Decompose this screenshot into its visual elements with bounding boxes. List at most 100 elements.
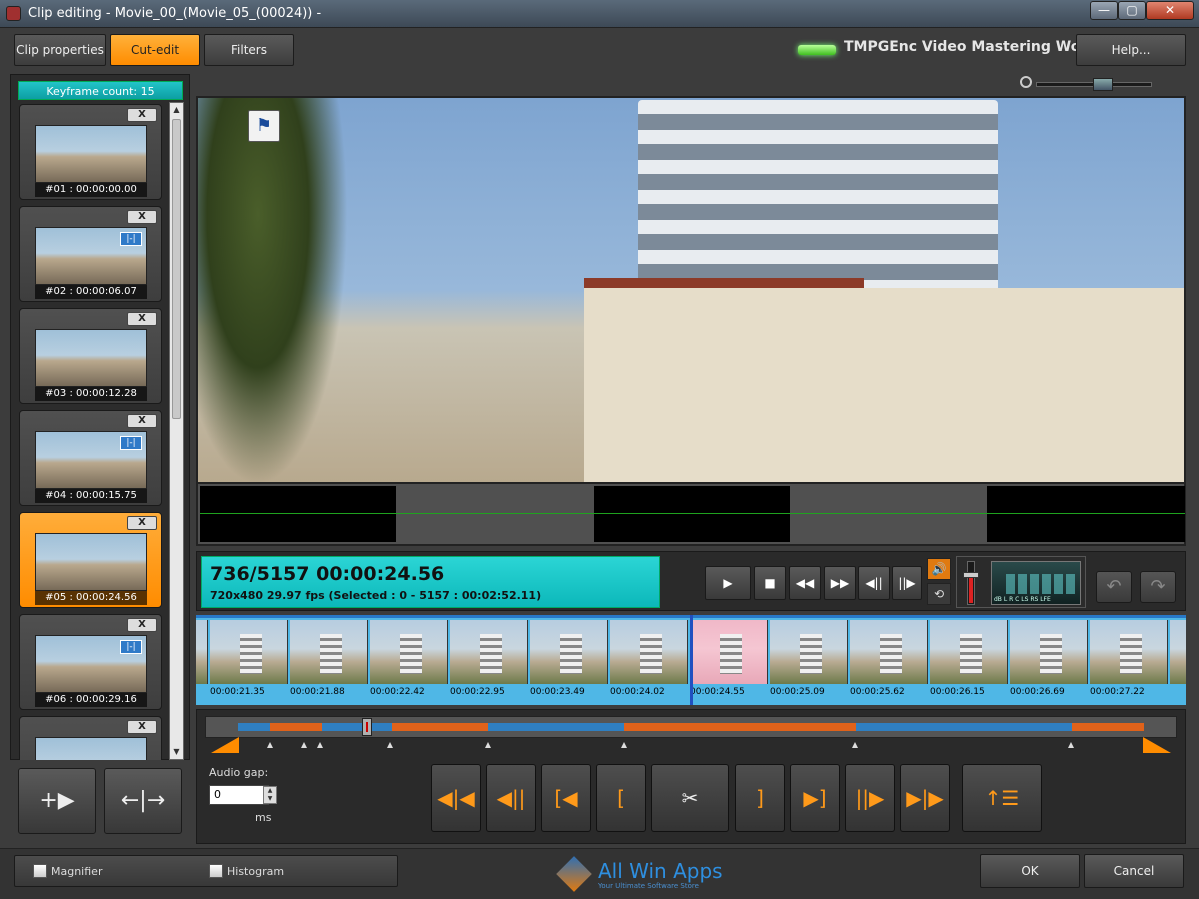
keyframe-thumbnail: |-|	[35, 431, 147, 489]
redo-button[interactable]: ↷	[1140, 571, 1176, 603]
window-title: Clip editing - Movie_00_(Movie_05_(00024…	[28, 6, 322, 21]
cut-scissors-button[interactable]: ✂	[651, 764, 729, 832]
keyframe-item[interactable]: X |-| #04 : 00:00:15.75	[19, 410, 162, 506]
loop-icon[interactable]: ⟲	[927, 583, 951, 605]
filmstrip-frame[interactable]	[1090, 620, 1168, 684]
timecode-display: 736/5157 00:00:24.56 720x480 29.97 fps (…	[201, 556, 660, 608]
undo-button[interactable]: ↶	[1096, 571, 1132, 603]
rewind-button[interactable]: ◀◀	[789, 566, 821, 600]
frame-time: 00:00:22.42	[370, 687, 425, 697]
keyframe-item[interactable]: X #01 : 00:00:00.00	[19, 104, 162, 200]
help-button[interactable]: Help...	[1076, 34, 1186, 66]
flag-icon[interactable]: ⚑	[248, 110, 280, 142]
fast-forward-button[interactable]: ▶▶	[824, 566, 856, 600]
filmstrip-frame[interactable]	[610, 620, 688, 684]
meter-labels: dB L R C LS RS LFE	[994, 596, 1051, 603]
scroll-up-icon[interactable]: ▲	[170, 103, 183, 117]
meter-bar	[1066, 574, 1075, 594]
cancel-button[interactable]: Cancel	[1084, 854, 1184, 888]
scrollbar-thumb[interactable]	[172, 119, 181, 419]
filmstrip-frame[interactable]	[450, 620, 528, 684]
minimize-button[interactable]: —	[1090, 1, 1118, 20]
keyframe-item[interactable]: X |-| #02 : 00:00:06.07	[19, 206, 162, 302]
filmstrip-frame[interactable]	[370, 620, 448, 684]
maximize-button[interactable]: ▢	[1118, 1, 1146, 20]
go-to-end-point-button[interactable]: ▶]	[790, 764, 840, 832]
delete-keyframe-button[interactable]: X	[127, 720, 157, 734]
filmstrip-frame[interactable]	[530, 620, 608, 684]
range-segment	[238, 723, 270, 731]
filmstrip-frame[interactable]	[1170, 620, 1186, 684]
set-end-point-button[interactable]: ]	[735, 764, 785, 832]
stop-button[interactable]: ■	[754, 566, 786, 600]
filmstrip-frame[interactable]	[770, 620, 848, 684]
delete-keyframe-button[interactable]: X	[127, 210, 157, 224]
volume-slider[interactable]	[963, 561, 979, 605]
audio-toggle-icon[interactable]: 🔊	[927, 558, 951, 580]
keyframe-scrollbar[interactable]: ▲ ▼	[169, 102, 184, 760]
magnifier-label: Magnifier	[51, 865, 103, 878]
video-preview[interactable]: ⚑	[196, 96, 1186, 484]
timecode-position: 736/5157 00:00:24.56	[210, 563, 445, 585]
tab-filters[interactable]: Filters	[204, 34, 294, 66]
playhead-cursor[interactable]	[690, 615, 693, 705]
set-start-point-button[interactable]: [	[596, 764, 646, 832]
delete-keyframe-button[interactable]: X	[127, 516, 157, 530]
delete-keyframe-button[interactable]: X	[127, 108, 157, 122]
cut-range-bar[interactable]	[205, 716, 1177, 738]
range-position-thumb[interactable]	[362, 718, 372, 736]
filmstrip-frame-current[interactable]	[690, 620, 768, 684]
range-segment	[488, 723, 624, 731]
filmstrip-frame[interactable]	[930, 620, 1008, 684]
zoom-slider-thumb[interactable]	[1093, 78, 1113, 91]
audio-gap-input[interactable]: 0	[209, 785, 269, 805]
volume-knob[interactable]	[963, 572, 979, 578]
next-frame-step-button[interactable]: ||▶	[845, 764, 895, 832]
go-to-next-keyframe-button[interactable]: ▶|▶	[900, 764, 950, 832]
previous-frame-step-button[interactable]: ◀||	[486, 764, 536, 832]
magnifier-checkbox[interactable]	[33, 864, 47, 878]
frame-time: 00:00:26.69	[1010, 687, 1065, 697]
split-keyframe-button[interactable]: ←|→	[104, 768, 182, 834]
start-marker-icon[interactable]	[211, 737, 239, 753]
play-button[interactable]: ▶	[705, 566, 751, 600]
audio-waveform	[196, 484, 1186, 546]
filmstrip-frame[interactable]	[196, 620, 208, 684]
delete-keyframe-button[interactable]: X	[127, 618, 157, 632]
keyframe-thumbnail: |-|	[35, 635, 147, 693]
frame-tower	[800, 634, 822, 674]
filmstrip-frame[interactable]	[210, 620, 288, 684]
filmstrip-frame[interactable]	[290, 620, 368, 684]
filmstrip-frame[interactable]	[850, 620, 928, 684]
filmstrip-frame[interactable]	[1010, 620, 1088, 684]
histogram-checkbox[interactable]	[209, 864, 223, 878]
volume-level	[969, 577, 973, 603]
keyframe-item[interactable]: X |-| #06 : 00:00:29.16	[19, 614, 162, 710]
end-marker-icon[interactable]	[1143, 737, 1171, 753]
keyframe-item[interactable]: X	[19, 716, 162, 760]
add-keyframe-button[interactable]: +▶	[18, 768, 96, 834]
meter-bar	[1054, 574, 1063, 594]
previous-frame-button[interactable]: ◀||	[858, 566, 890, 600]
frame-tower	[480, 634, 502, 674]
tab-cut-edit[interactable]: Cut-edit	[110, 34, 200, 66]
go-to-start-point-button[interactable]: [◀	[541, 764, 591, 832]
keyframe-count: Keyframe count: 15	[18, 81, 183, 100]
keyframe-tick	[301, 742, 307, 748]
ok-button[interactable]: OK	[980, 854, 1080, 888]
brand-name: TMPGEnc Video Mastering Works 5	[844, 39, 1120, 55]
close-button[interactable]: ✕	[1146, 1, 1194, 20]
histogram-label: Histogram	[227, 865, 285, 878]
frame-tower	[240, 634, 262, 674]
next-frame-button[interactable]: ||▶	[892, 566, 922, 600]
delete-keyframe-button[interactable]: X	[127, 414, 157, 428]
cut-list-button[interactable]: ↑☰	[962, 764, 1042, 832]
audio-gap-stepper[interactable]: ▲ ▼	[263, 786, 277, 804]
scroll-down-icon[interactable]: ▼	[170, 745, 183, 759]
tab-clip-properties[interactable]: Clip properties	[14, 34, 106, 66]
delete-keyframe-button[interactable]: X	[127, 312, 157, 326]
go-to-previous-keyframe-button[interactable]: ◀|◀	[431, 764, 481, 832]
zoom-slider[interactable]	[1036, 78, 1152, 91]
keyframe-item-selected[interactable]: X #05 : 00:00:24.56	[19, 512, 162, 608]
keyframe-item[interactable]: X #03 : 00:00:12.28	[19, 308, 162, 404]
